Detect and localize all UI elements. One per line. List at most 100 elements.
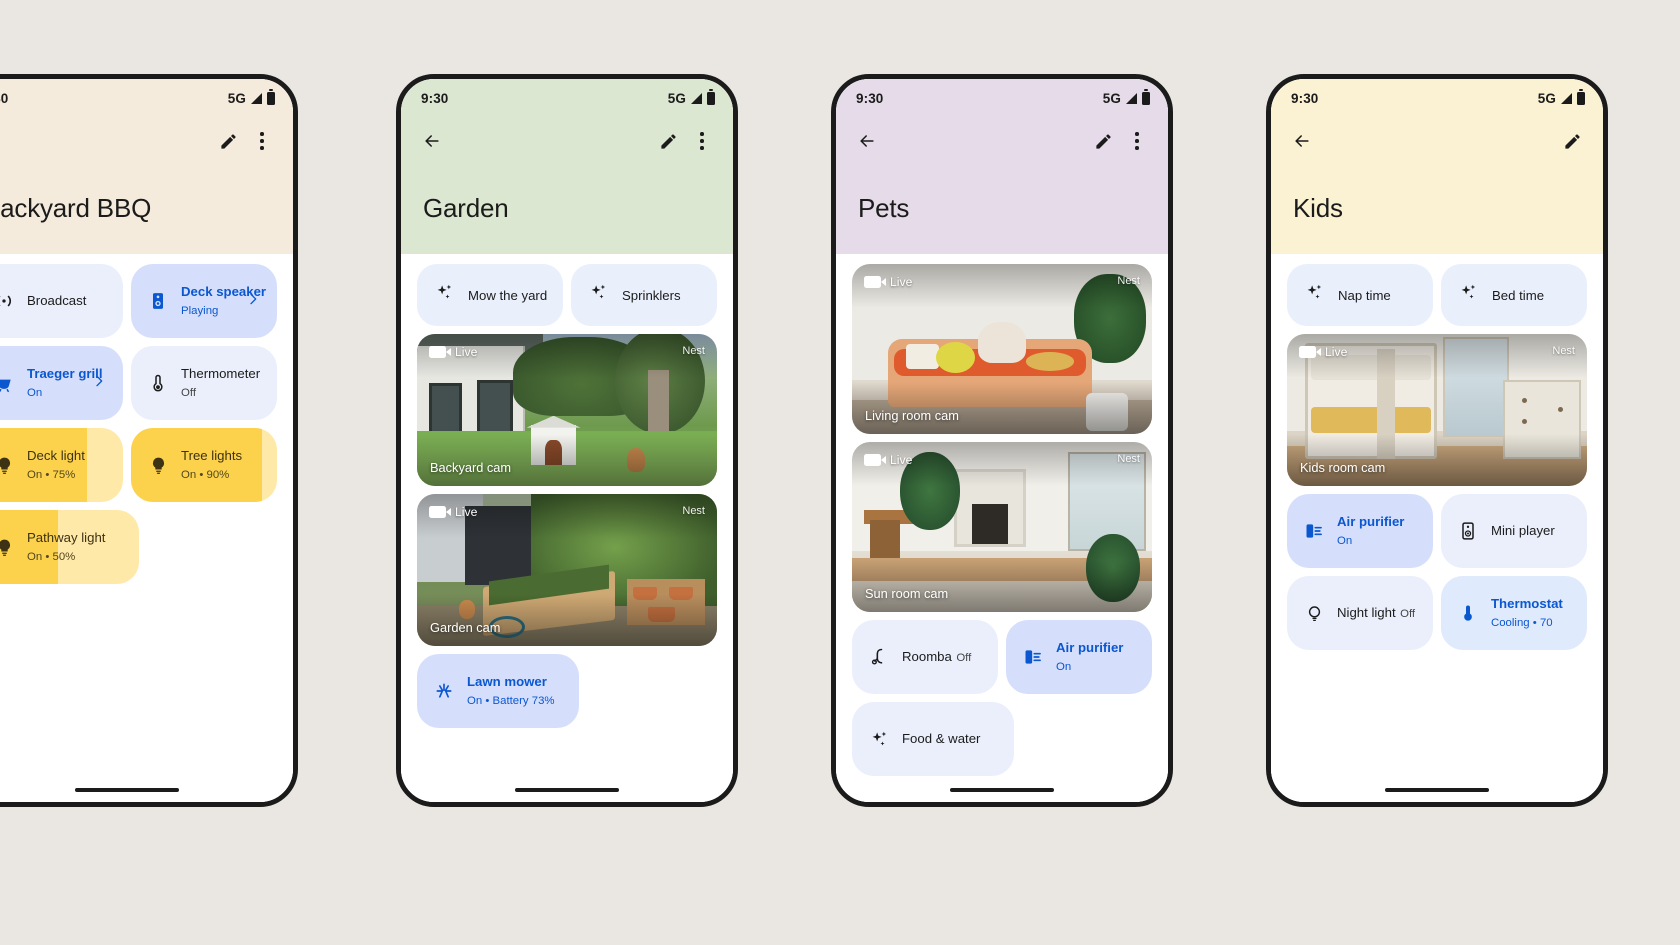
arrow-back-icon[interactable] bbox=[415, 124, 449, 158]
battery-icon bbox=[1142, 89, 1150, 105]
card-label: Night light bbox=[1337, 605, 1396, 620]
more-vert-icon[interactable] bbox=[245, 124, 279, 158]
video-camera-icon bbox=[429, 506, 451, 518]
camera-tile-garden-cam[interactable]: Live Nest Garden cam bbox=[417, 494, 717, 646]
card-pathway-light[interactable]: Pathway light On • 50% bbox=[0, 510, 139, 584]
card-status: On bbox=[1056, 661, 1072, 673]
card-row: Broadcast Deck speaker Playing bbox=[0, 264, 277, 338]
card-row: Night light Off Thermostat Cooling • 70 bbox=[1287, 576, 1587, 650]
pencil-icon[interactable] bbox=[651, 124, 685, 158]
phone-pets: 9:30 5G Pets Live Nest Living room cam L… bbox=[831, 74, 1173, 807]
card-row: Air purifier On Mini player bbox=[1287, 494, 1587, 568]
card-deck-light[interactable]: Deck light On • 75% bbox=[0, 428, 123, 502]
sparkle-icon bbox=[435, 283, 454, 307]
video-camera-icon bbox=[1299, 346, 1321, 358]
status-network: 5G bbox=[1537, 90, 1556, 106]
arrow-back-icon[interactable] bbox=[1285, 124, 1319, 158]
bulb-icon bbox=[147, 454, 169, 476]
card-label: Mini player bbox=[1491, 523, 1555, 538]
live-badge: Live bbox=[864, 453, 912, 467]
card-traeger-grill[interactable]: Traeger grill On bbox=[0, 346, 123, 420]
pencil-icon[interactable] bbox=[211, 124, 245, 158]
camera-brand-label: Nest bbox=[682, 505, 705, 517]
card-air-purifier[interactable]: Air purifier On bbox=[1287, 494, 1433, 568]
card-roomba[interactable]: Roomba Off bbox=[852, 620, 998, 694]
speaker-icon bbox=[1457, 520, 1479, 542]
chip-row: Mow the yard Sprinklers bbox=[417, 264, 717, 326]
toolbar bbox=[0, 117, 293, 165]
status-time: 9:30 bbox=[421, 90, 449, 106]
camera-tile-sun-room-cam[interactable]: Live Nest Sun room cam bbox=[852, 442, 1152, 612]
status-bar: 9:30 5G bbox=[836, 79, 1168, 117]
chip-mow-the-yard[interactable]: Mow the yard bbox=[417, 264, 563, 326]
page-title: Garden bbox=[423, 193, 509, 223]
card-food-and-water[interactable]: Food & water bbox=[852, 702, 1014, 776]
pencil-icon[interactable] bbox=[1086, 124, 1120, 158]
speaker-icon bbox=[147, 290, 169, 312]
camera-name: Living room cam bbox=[865, 408, 959, 423]
chip-sprinklers[interactable]: Sprinklers bbox=[571, 264, 717, 326]
card-row: Deck light On • 75% Tree lights On • 90% bbox=[0, 428, 277, 502]
card-thermostat[interactable]: Thermostat Cooling • 70 bbox=[1441, 576, 1587, 650]
card-thermometer[interactable]: Thermometer Off bbox=[131, 346, 277, 420]
status-network: 5G bbox=[1102, 90, 1121, 106]
chip-label: Mow the yard bbox=[468, 287, 548, 303]
card-mini-player[interactable]: Mini player bbox=[1441, 494, 1587, 568]
more-vert-icon[interactable] bbox=[685, 124, 719, 158]
camera-name: Kids room cam bbox=[1300, 460, 1386, 475]
card-lawn-mower[interactable]: Lawn mower On • Battery 73% bbox=[417, 654, 579, 728]
camera-tile-living-room-cam[interactable]: Live Nest Living room cam bbox=[852, 264, 1152, 434]
chip-label: Sprinklers bbox=[622, 287, 681, 303]
status-time: 9:30 bbox=[856, 90, 884, 106]
chip-row: Nap time Bed time bbox=[1287, 264, 1587, 326]
card-row: Food & water bbox=[852, 702, 1152, 776]
card-status: Cooling • 70 bbox=[1491, 617, 1553, 629]
chip-bed-time[interactable]: Bed time bbox=[1441, 264, 1587, 326]
card-status: On • 50% bbox=[27, 551, 76, 563]
card-air-purifier[interactable]: Air purifier On bbox=[1006, 620, 1152, 694]
card-tree-lights[interactable]: Tree lights On • 90% bbox=[131, 428, 277, 502]
camera-name: Backyard cam bbox=[430, 460, 512, 475]
header-kids: 9:30 5G Kids bbox=[1271, 79, 1603, 254]
bulb-outline-icon bbox=[1303, 602, 1325, 624]
battery-icon bbox=[267, 89, 275, 105]
sparkle-icon bbox=[1459, 283, 1478, 307]
card-label: Pathway light bbox=[27, 530, 106, 545]
arrow-back-icon[interactable] bbox=[850, 124, 884, 158]
camera-tile-kids-room-cam[interactable]: Live Nest Kids room cam bbox=[1287, 334, 1587, 486]
live-label: Live bbox=[890, 275, 913, 289]
card-night-light[interactable]: Night light Off bbox=[1287, 576, 1433, 650]
chevron-right-icon[interactable] bbox=[245, 291, 261, 312]
battery-icon bbox=[1577, 89, 1585, 105]
chip-nap-time[interactable]: Nap time bbox=[1287, 264, 1433, 326]
device-list: Nap time Bed time Live Nest Kids room ca… bbox=[1271, 254, 1603, 802]
pencil-icon[interactable] bbox=[1555, 124, 1589, 158]
camera-brand-label: Nest bbox=[1117, 453, 1140, 465]
card-status: Off bbox=[956, 652, 972, 664]
status-bar: 9:30 5G bbox=[401, 79, 733, 117]
camera-brand-label: Nest bbox=[682, 345, 705, 357]
card-status: On • 75% bbox=[27, 469, 76, 481]
air-purifier-icon bbox=[1022, 646, 1044, 668]
card-broadcast[interactable]: Broadcast bbox=[0, 264, 123, 338]
status-time: 9:30 bbox=[0, 90, 9, 106]
gesture-nav-bar[interactable] bbox=[836, 788, 1168, 792]
gesture-nav-bar[interactable] bbox=[1271, 788, 1603, 792]
chevron-right-icon[interactable] bbox=[91, 373, 107, 394]
card-row: Traeger grill On Thermometer Off bbox=[0, 346, 277, 420]
header-garden: 9:30 5G Garden bbox=[401, 79, 733, 254]
broadcast-icon bbox=[0, 290, 15, 312]
card-status: On • 90% bbox=[181, 469, 230, 481]
card-label: Deck light bbox=[27, 448, 85, 463]
camera-tile-backyard-cam[interactable]: Live Nest Backyard cam bbox=[417, 334, 717, 486]
thermometer-icon bbox=[147, 372, 169, 394]
phone-garden: 9:30 5G Garden Mow the yard Sprinklers L… bbox=[396, 74, 738, 807]
card-row: Lawn mower On • Battery 73% bbox=[417, 654, 717, 728]
card-status: On bbox=[27, 387, 43, 399]
gesture-nav-bar[interactable] bbox=[0, 788, 293, 792]
card-status: Playing bbox=[181, 305, 219, 317]
card-deck-speaker[interactable]: Deck speaker Playing bbox=[131, 264, 277, 338]
chip-label: Nap time bbox=[1338, 287, 1391, 303]
more-vert-icon[interactable] bbox=[1120, 124, 1154, 158]
gesture-nav-bar[interactable] bbox=[401, 788, 733, 792]
